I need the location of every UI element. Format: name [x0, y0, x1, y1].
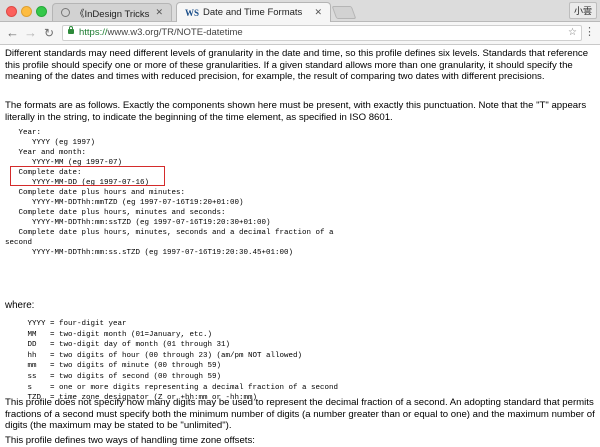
globe-icon: [61, 8, 70, 17]
close-icon[interactable]: ✕: [155, 7, 163, 18]
close-window-button[interactable]: [6, 6, 17, 17]
url-path: /TR/NOTE-datetime: [158, 27, 243, 38]
maximize-window-button[interactable]: [36, 6, 47, 17]
url-text[interactable]: https://www.w3.org/TR/NOTE-datetime: [79, 26, 243, 40]
tab-title: 《InDesign Tricks：專家愛用的: [75, 8, 151, 20]
definitions-code-block: YYYY = four-digit year MM = two-digit mo…: [27, 320, 339, 403]
timezone-paragraph: This profile defines two ways of handlin…: [5, 435, 255, 446]
menu-icon[interactable]: ⋮: [584, 26, 595, 38]
formats-code-block: Year: YYYY (eg 1997) Year and month: YYY…: [5, 129, 334, 257]
bookmark-star-icon[interactable]: ☆: [568, 26, 577, 40]
forward-arrow-icon[interactable]: →: [24, 25, 37, 41]
close-icon[interactable]: ✕: [314, 7, 322, 18]
address-bar[interactable]: https://www.w3.org/TR/NOTE-datetime ☆: [62, 25, 582, 41]
reload-icon[interactable]: ↻: [44, 25, 54, 41]
browser-toolbar: ← → ↻ https://www.w3.org/TR/NOTE-datetim…: [0, 22, 600, 45]
url-host: www.w3.org: [107, 27, 159, 38]
fraction-paragraph: This profile does not specify how many d…: [5, 397, 595, 432]
tab-title: Date and Time Formats: [203, 7, 303, 18]
url-scheme: https://: [79, 27, 108, 38]
profile-button[interactable]: 小雲: [568, 2, 597, 19]
formats-intro-paragraph: The formats are as follows. Exactly the …: [5, 100, 587, 123]
w3c-icon: WS: [185, 7, 200, 18]
new-tab-button[interactable]: [331, 6, 357, 19]
tab-strip: 《InDesign Tricks：專家愛用的 ✕ WS Date and Tim…: [0, 0, 600, 22]
minimize-window-button[interactable]: [21, 6, 32, 17]
lock-icon: [68, 26, 74, 34]
where-label: where:: [5, 300, 35, 311]
intro-paragraph: Different standards may need different l…: [5, 48, 589, 83]
complete-date-highlight-box: [10, 166, 165, 186]
tab-indesign-tricks[interactable]: 《InDesign Tricks：專家愛用的 ✕: [52, 3, 172, 21]
tab-date-time-formats[interactable]: WS Date and Time Formats ✕: [176, 2, 331, 22]
back-arrow-icon[interactable]: ←: [6, 25, 19, 41]
